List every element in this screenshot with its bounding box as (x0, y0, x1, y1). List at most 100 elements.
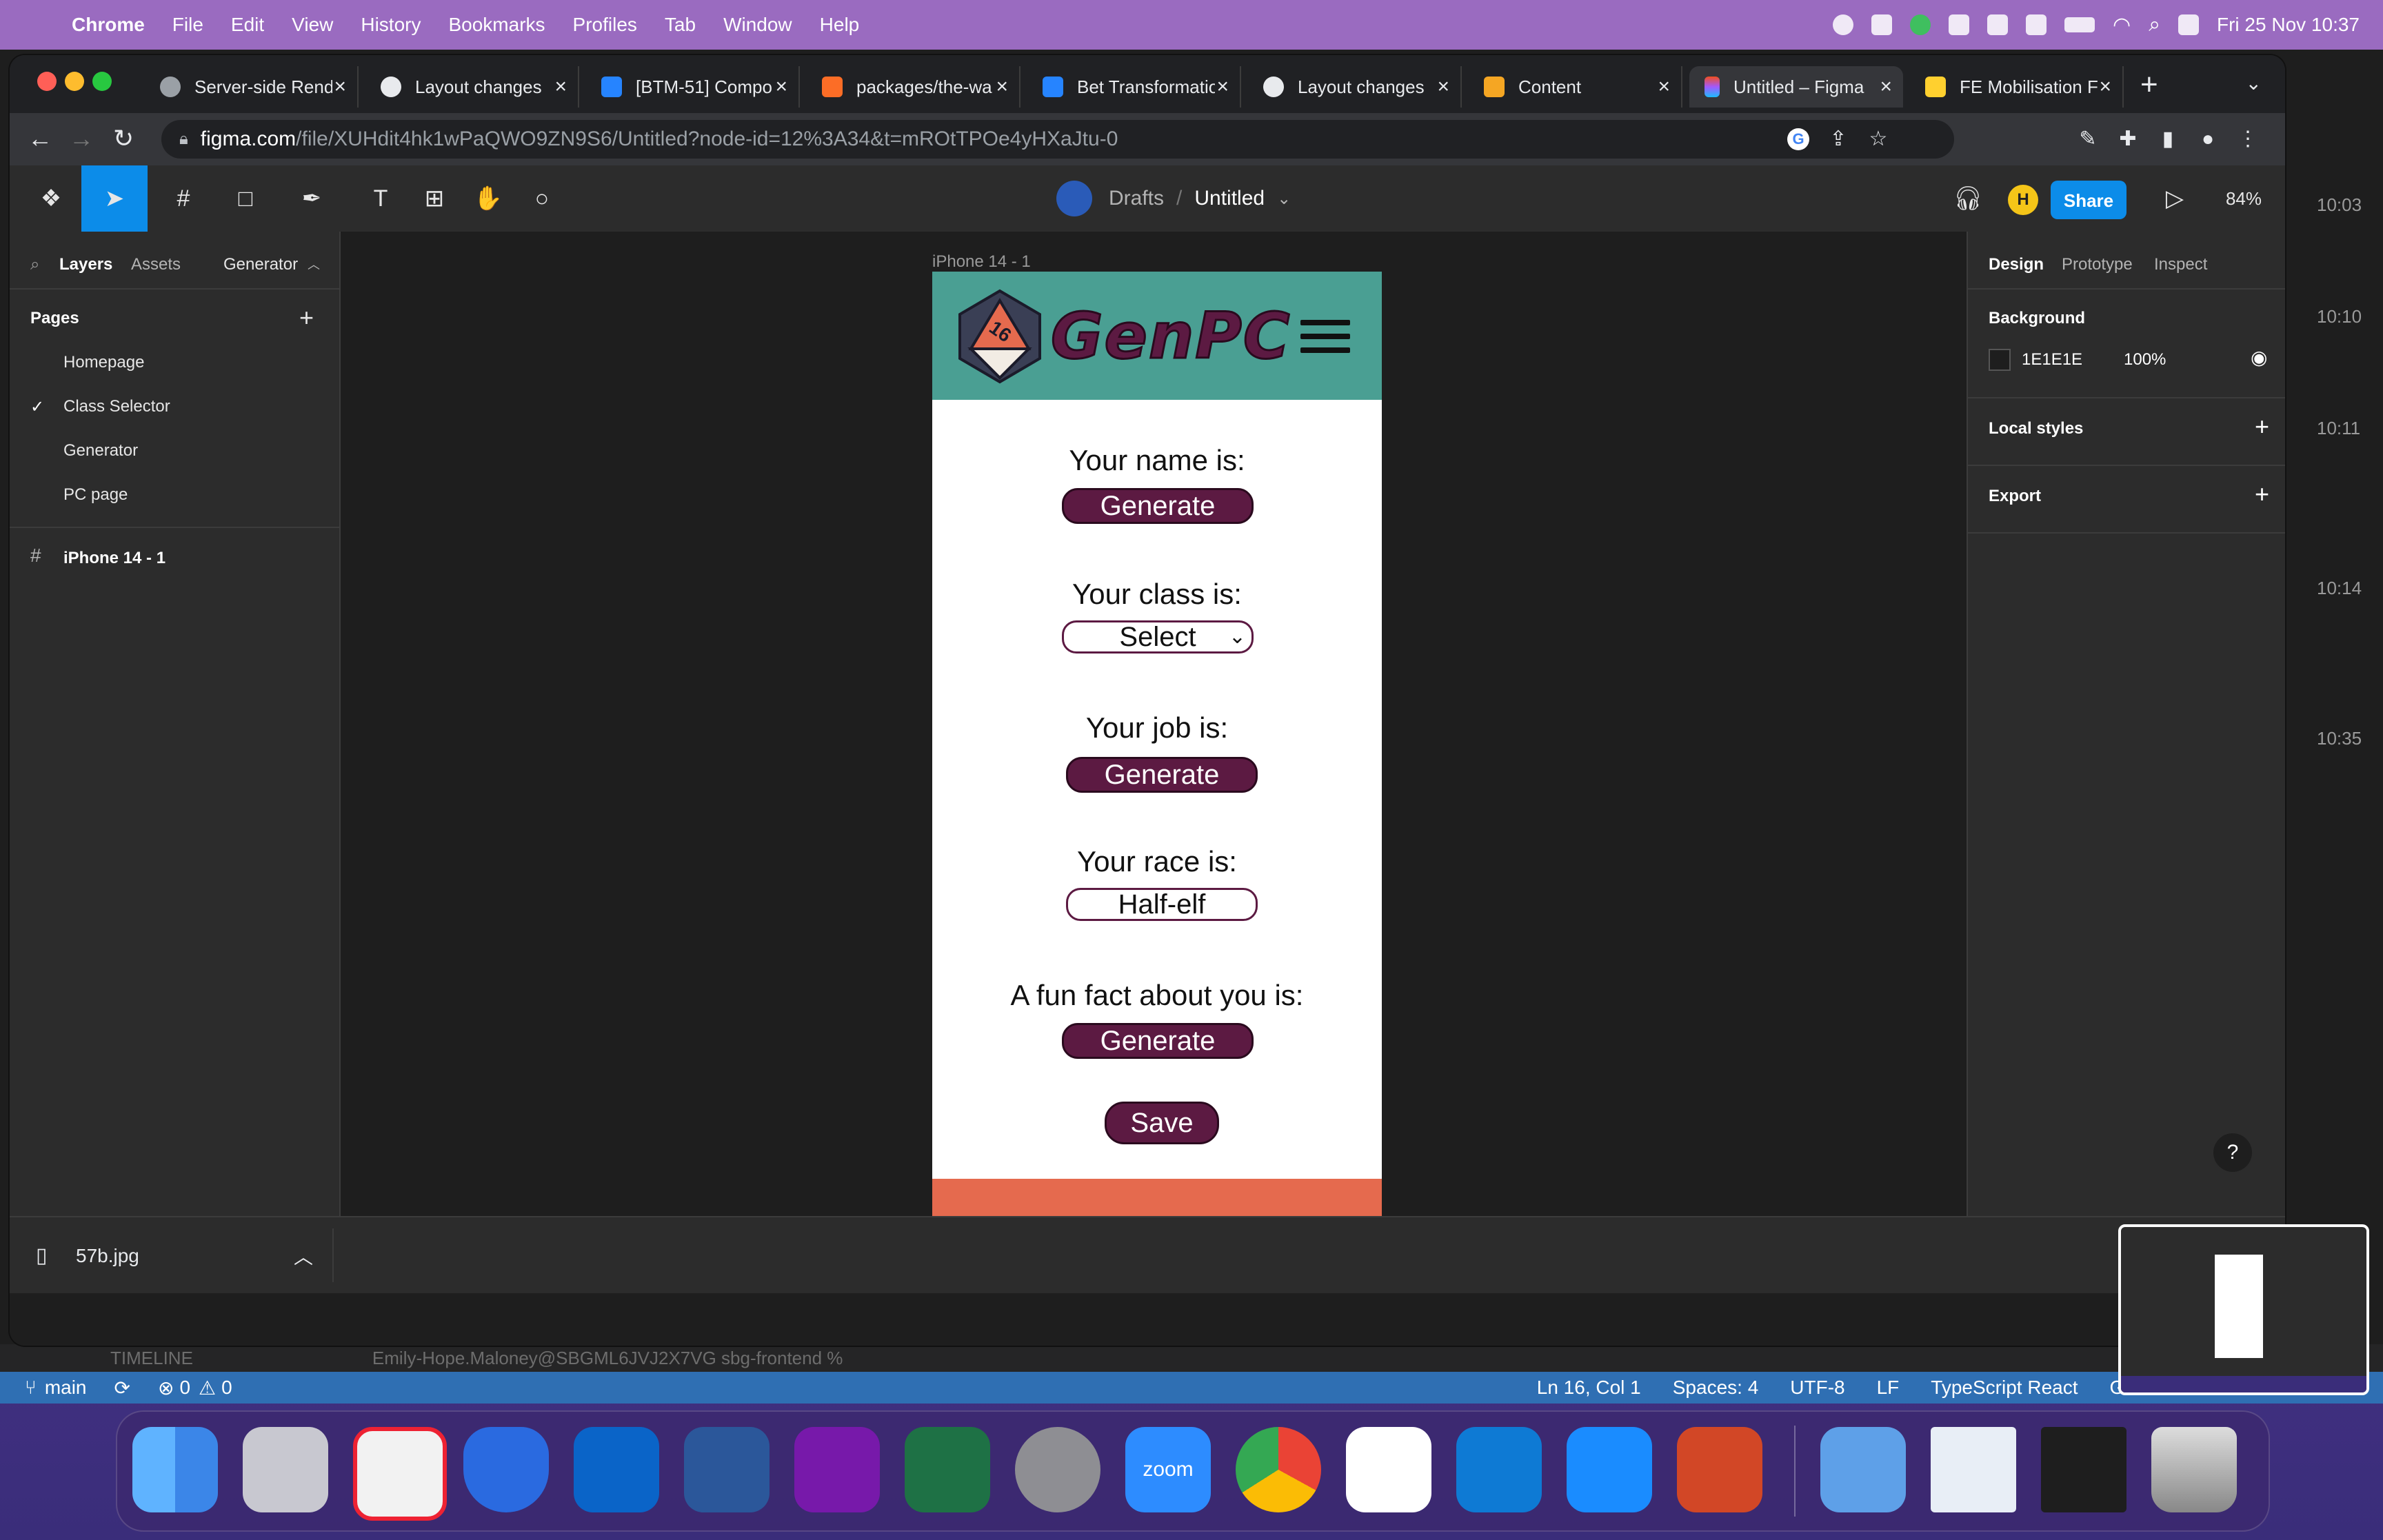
layer-item-iphone[interactable]: iPhone 14 - 1 (63, 549, 165, 568)
color-swatch[interactable] (1989, 349, 2011, 371)
menubar-clock[interactable]: Fri 25 Nov 10:37 (2217, 14, 2360, 36)
menu-profiles[interactable]: Profiles (573, 14, 637, 36)
tab-packages[interactable]: packages/the-wa × (807, 66, 1020, 108)
recent-window-icon[interactable] (1931, 1427, 2016, 1512)
new-tab-button[interactable]: + (2140, 68, 2158, 102)
xcode-icon[interactable] (1567, 1427, 1652, 1512)
zoom-icon[interactable]: zoom (1125, 1427, 1211, 1512)
menu-file[interactable]: File (172, 14, 203, 36)
audio-headphones-icon[interactable]: 🎧︎ (1947, 182, 1989, 215)
pen-icon[interactable] (2026, 14, 2047, 35)
pen-tool-icon[interactable]: ✒ (291, 182, 332, 215)
sidebar-app-icon[interactable] (1987, 14, 2008, 35)
warning-icon[interactable]: ⚠ (199, 1377, 216, 1399)
menu-edit[interactable]: Edit (231, 14, 264, 36)
screenshot-thumbnail[interactable] (2118, 1224, 2369, 1395)
help-button[interactable]: ? (2213, 1133, 2252, 1172)
sync-icon[interactable]: ⟳ (114, 1377, 130, 1399)
tab-btm-51[interactable]: [BTM-51] Compo × (586, 66, 800, 108)
trash-icon[interactable] (2151, 1427, 2237, 1512)
zoom-level[interactable]: 84% (2216, 182, 2271, 215)
page-item-pc-page[interactable]: PC page (63, 485, 128, 505)
control-center-icon[interactable] (2178, 14, 2199, 35)
branch-name[interactable]: main (45, 1377, 87, 1399)
tab-bet-transformation[interactable]: Bet Transformatio × (1027, 66, 1241, 108)
line-ending[interactable]: LF (1877, 1377, 1900, 1399)
tab-layout-changes[interactable]: Layout changes × (365, 66, 579, 108)
tab-assets[interactable]: Assets (131, 255, 181, 274)
chrome-menu-icon[interactable]: ⋮ (2237, 128, 2259, 150)
iphone-frame[interactable]: 16 GenPC Your name is: Generate Your cla… (932, 272, 1382, 1223)
close-tab-icon[interactable]: × (554, 75, 567, 99)
tab-figma-untitled[interactable]: Untitled – Figma × (1689, 66, 1903, 108)
tab-server-side-rendering[interactable]: Server-side Rend × (145, 66, 359, 108)
vpn-shield-icon[interactable] (1910, 14, 1931, 35)
menu-bookmarks[interactable]: Bookmarks (448, 14, 545, 36)
chevron-up-icon[interactable]: ︿ (308, 255, 320, 273)
search-icon[interactable]: ⌕ (30, 255, 39, 274)
page-switcher[interactable]: Generator (223, 255, 298, 274)
profile-icon[interactable]: ● (2197, 128, 2219, 150)
text-tool-icon[interactable]: T (360, 182, 401, 215)
close-tab-icon[interactable]: × (1658, 75, 1670, 99)
figma-canvas[interactable]: iPhone 14 - 1 16 GenPC Your name is: Gen… (341, 232, 1967, 1223)
wifi-icon[interactable]: ◠ (2113, 13, 2131, 37)
extension-icon[interactable]: ✎ (2077, 128, 2099, 150)
comment-tool-icon[interactable]: ○ (521, 182, 563, 215)
chevron-down-icon[interactable]: ⌄ (1277, 189, 1291, 209)
figma-main-menu-icon[interactable]: ❖ (30, 182, 72, 215)
encoding[interactable]: UTF-8 (1790, 1377, 1844, 1399)
slack-icon[interactable] (1346, 1427, 1431, 1512)
cursor-position[interactable]: Ln 16, Col 1 (1537, 1377, 1641, 1399)
class-select[interactable]: Select ⌄ (1062, 620, 1254, 654)
google-lens-icon[interactable]: G (1787, 128, 1809, 150)
breadcrumb-drafts[interactable]: Drafts (1109, 187, 1164, 210)
minimize-window-button[interactable] (65, 72, 84, 91)
zoom-window-button[interactable] (92, 72, 112, 91)
save-button[interactable]: Save (1105, 1102, 1219, 1144)
language-mode[interactable]: TypeScript React (1931, 1377, 2078, 1399)
back-arrow-icon[interactable]: ← (28, 124, 52, 153)
hand-tool-icon[interactable]: ✋ (467, 182, 509, 215)
page-item-homepage[interactable]: Homepage (63, 353, 144, 372)
close-tab-icon[interactable]: × (1216, 75, 1229, 99)
url-input[interactable]: 🔒︎ figma.com/file/XUHdit4hk1wPaQWO9ZN9S6… (161, 120, 1954, 159)
shape-tool-icon[interactable]: □ (225, 182, 266, 215)
recent-window-icon[interactable] (2041, 1427, 2126, 1512)
generate-job-button[interactable]: Generate (1066, 757, 1258, 793)
add-export-icon[interactable]: + (2255, 480, 2269, 509)
resources-icon[interactable]: ⊞ (414, 182, 455, 215)
generate-fact-button[interactable]: Generate (1062, 1023, 1254, 1059)
close-tab-icon[interactable]: × (996, 75, 1008, 99)
background-hex[interactable]: 1E1E1E (2022, 350, 2082, 369)
onenote-icon[interactable] (794, 1427, 880, 1512)
eye-icon[interactable]: ◉ (2251, 346, 2267, 369)
tab-content[interactable]: Content × (1469, 66, 1682, 108)
page-item-generator[interactable]: Generator (63, 441, 138, 460)
launchpad-icon[interactable] (243, 1427, 328, 1512)
tab-prototype[interactable]: Prototype (2062, 255, 2133, 274)
finder-icon[interactable] (132, 1427, 218, 1512)
extensions-puzzle-icon[interactable]: ✚ (2117, 128, 2139, 150)
add-page-icon[interactable]: + (299, 303, 314, 332)
search-icon[interactable]: ⌕ (2149, 13, 2160, 37)
indent-setting[interactable]: Spaces: 4 (1673, 1377, 1759, 1399)
tab-inspect[interactable]: Inspect (2154, 255, 2207, 274)
chevron-up-icon[interactable]: ︿ (294, 1242, 313, 1270)
system-settings-icon[interactable] (1015, 1427, 1100, 1512)
security-shield-icon[interactable] (1949, 14, 1969, 35)
reload-icon[interactable]: ↻ (113, 124, 134, 153)
close-tab-icon[interactable]: × (2099, 75, 2111, 99)
hamburger-menu-icon[interactable] (1300, 320, 1350, 353)
race-value-field[interactable]: Half-elf (1066, 888, 1258, 921)
frame-tool-icon[interactable]: # (163, 182, 204, 215)
lock-icon[interactable]: 🔒︎ (179, 130, 188, 149)
tab-search-icon[interactable]: ⌄ (2246, 72, 2262, 94)
tab-layers[interactable]: Layers (59, 255, 112, 274)
errors-icon[interactable]: ⊗ (158, 1377, 174, 1399)
word-icon[interactable] (684, 1427, 770, 1512)
battery-icon[interactable] (2064, 17, 2095, 32)
avatar[interactable]: H (2008, 185, 2038, 215)
menu-window[interactable]: Window (723, 14, 792, 36)
excel-icon[interactable] (905, 1427, 990, 1512)
